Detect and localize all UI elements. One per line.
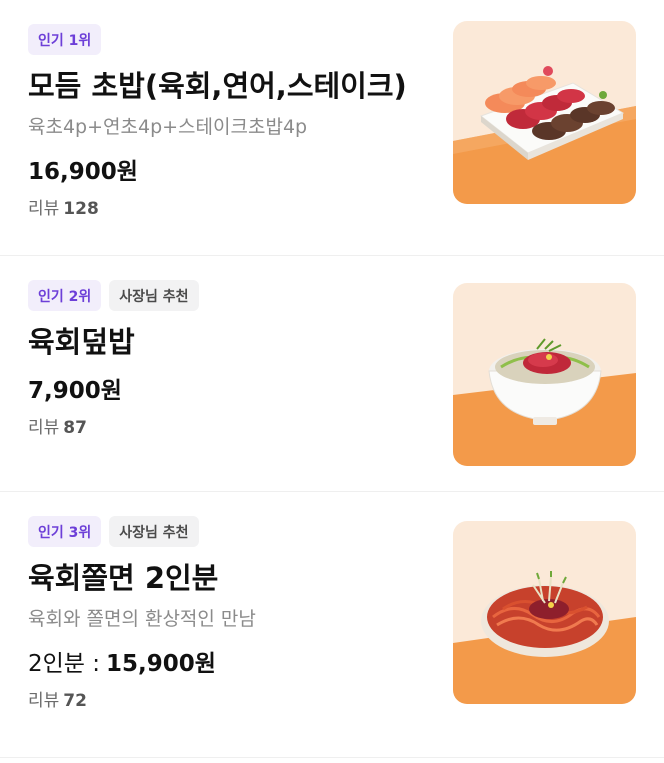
- menu-item-price-value: 15,900원: [106, 651, 216, 677]
- menu-item-yukhoe-rice-bowl[interactable]: 인기 2위 사장님 추천 육회덮밥 7,900원 리뷰 87: [0, 256, 664, 492]
- review-count-value: 128: [63, 199, 99, 219]
- menu-item-title: 모듬 초밥(육회,연어,스테이크): [28, 69, 407, 103]
- menu-item-info: 인기 2위 사장님 추천 육회덮밥 7,900원 리뷰 87: [28, 280, 438, 440]
- menu-item-title: 육회덮밥: [28, 325, 135, 359]
- popularity-rank-badge: 인기 2위: [28, 280, 102, 311]
- review-label: 리뷰: [28, 199, 60, 219]
- menu-item-description: 육회와 쫄면의 환상적인 만남: [28, 608, 256, 630]
- menu-item-info: 인기 3위 사장님 추천 육회쫄면 2인분 육회와 쫄면의 환상적인 만남 2인…: [28, 516, 438, 713]
- review-count: 리뷰 87: [28, 416, 438, 440]
- menu-item-description: 육초4p+연초4p+스테이크초밥4p: [28, 116, 308, 138]
- menu-item-info: 인기 1위 모듬 초밥(육회,연어,스테이크) 육초4p+연초4p+스테이크초밥…: [28, 24, 438, 221]
- review-label: 리뷰: [28, 691, 60, 711]
- menu-item-price: 16,900원: [28, 156, 438, 188]
- menu-list: 인기 1위 모듬 초밥(육회,연어,스테이크) 육초4p+연초4p+스테이크초밥…: [0, 0, 664, 763]
- review-count: 리뷰 128: [28, 197, 438, 221]
- yukhoe-rice-bowl-image[interactable]: [453, 283, 636, 466]
- yukhoe-jjolmyeon-image[interactable]: [453, 521, 636, 704]
- badge-row: 인기 2위 사장님 추천: [28, 280, 438, 311]
- popularity-rank-badge: 인기 1위: [28, 24, 102, 55]
- menu-item-price-value: 16,900원: [28, 159, 138, 185]
- menu-item-price: 7,900원: [28, 375, 438, 407]
- menu-item-price-prefix: 2인분 :: [28, 651, 101, 677]
- menu-item-title: 육회쫄면 2인분: [28, 561, 219, 595]
- menu-item-price: 2인분 :15,900원: [28, 648, 438, 680]
- review-count-value: 87: [63, 418, 87, 438]
- badge-row: 인기 1위: [28, 24, 438, 55]
- menu-item-yukhoe-jjolmyeon[interactable]: 인기 3위 사장님 추천 육회쫄면 2인분 육회와 쫄면의 환상적인 만남 2인…: [0, 492, 664, 758]
- review-label: 리뷰: [28, 418, 60, 438]
- owner-recommend-badge: 사장님 추천: [109, 516, 199, 547]
- review-count: 리뷰 72: [28, 689, 438, 713]
- sushi-platter-image[interactable]: [453, 21, 636, 204]
- popularity-rank-badge: 인기 3위: [28, 516, 102, 547]
- owner-recommend-badge: 사장님 추천: [109, 280, 199, 311]
- menu-item-price-value: 7,900원: [28, 378, 122, 404]
- badge-row: 인기 3위 사장님 추천: [28, 516, 438, 547]
- review-count-value: 72: [63, 691, 87, 711]
- menu-item-sushi-platter[interactable]: 인기 1위 모듬 초밥(육회,연어,스테이크) 육초4p+연초4p+스테이크초밥…: [0, 0, 664, 256]
